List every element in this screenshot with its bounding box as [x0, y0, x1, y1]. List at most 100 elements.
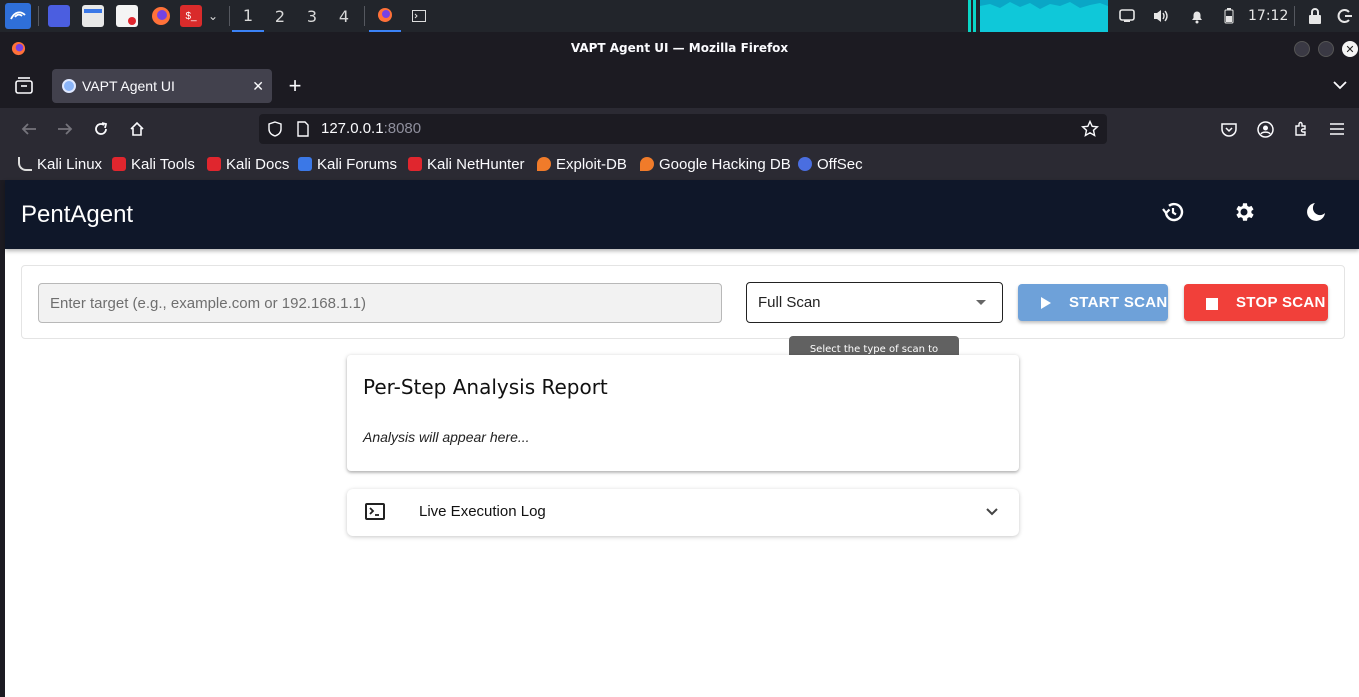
new-tab-button[interactable]: +: [285, 72, 305, 100]
firefox-window-button[interactable]: [369, 0, 401, 32]
tab-close-icon[interactable]: ✕: [252, 69, 264, 103]
taskbar-separator: [38, 6, 39, 26]
scan-type-select[interactable]: Full Scan: [746, 282, 1003, 323]
notifications-icon[interactable]: [1186, 5, 1208, 27]
bookmark-label: Kali Linux: [37, 156, 103, 173]
expand-chevron-icon[interactable]: [985, 503, 999, 526]
window-titlebar: VAPT Agent UI — Mozilla Firefox ✕: [0, 32, 1359, 64]
stop-icon: [1206, 297, 1218, 314]
forward-icon[interactable]: [52, 116, 78, 142]
history-button[interactable]: [1159, 200, 1187, 228]
kali-menu-icon[interactable]: [5, 3, 31, 29]
bookmark-label: Kali Forums: [317, 156, 398, 173]
app-header: PentAgent: [5, 180, 1359, 249]
chevron-down-icon[interactable]: ⌄: [204, 5, 222, 27]
lock-screen-icon[interactable]: [1304, 5, 1326, 27]
workspace-3[interactable]: 3: [296, 0, 328, 32]
bookmark-google-hacking-db[interactable]: Google Hacking DB: [640, 150, 791, 180]
gear-icon: [1232, 200, 1256, 229]
account-icon[interactable]: [1252, 116, 1278, 142]
report-title: Per-Step Analysis Report: [363, 375, 608, 399]
terminal-window-button[interactable]: [403, 0, 435, 32]
kali-nethunter-icon: [408, 157, 422, 171]
close-window-button[interactable]: ✕: [1342, 41, 1358, 57]
bookmark-offsec[interactable]: OffSec: [798, 150, 863, 180]
tracking-protection-icon[interactable]: [268, 121, 282, 142]
logout-icon[interactable]: [1334, 5, 1356, 27]
workspace-4[interactable]: 4: [328, 0, 360, 32]
minimize-button[interactable]: [1294, 41, 1310, 57]
bookmarks-toolbar: Kali Linux Kali Tools Kali Docs Kali For…: [0, 150, 1359, 180]
live-execution-log-accordion[interactable]: Live Execution Log: [347, 489, 1019, 536]
kali-docs-icon: [207, 157, 221, 171]
cpu-bar: [968, 0, 971, 32]
battery-icon[interactable]: [1218, 5, 1240, 27]
analysis-report-card: Per-Step Analysis Report Analysis will a…: [347, 355, 1019, 471]
scan-type-value: Full Scan: [758, 294, 821, 311]
window-frame: [0, 180, 5, 697]
report-placeholder-text: Analysis will appear here...: [363, 429, 530, 445]
taskbar-separator: [229, 6, 230, 26]
bookmark-exploit-db[interactable]: Exploit-DB: [537, 150, 627, 180]
tab-overview-icon[interactable]: [14, 76, 34, 99]
reload-icon[interactable]: [88, 116, 114, 142]
stop-scan-button[interactable]: STOP SCAN: [1184, 284, 1328, 321]
bookmark-kali-linux[interactable]: Kali Linux: [18, 150, 102, 180]
app-title: PentAgent: [21, 201, 134, 228]
kali-tools-icon: [112, 157, 126, 171]
taskbar-separator: [364, 6, 365, 26]
play-icon: [1040, 296, 1052, 314]
network-icon[interactable]: [1116, 5, 1138, 27]
page-info-icon[interactable]: [297, 121, 309, 142]
bookmark-kali-forums[interactable]: Kali Forums: [298, 150, 397, 180]
start-scan-button[interactable]: START SCAN: [1018, 284, 1168, 321]
clock[interactable]: 17:12: [1248, 0, 1288, 32]
extensions-icon[interactable]: [1288, 116, 1314, 142]
cpu-graph: [980, 0, 1108, 32]
back-icon[interactable]: [16, 116, 42, 142]
home-icon[interactable]: [124, 116, 150, 142]
url-bar[interactable]: 127.0.0.1:8080: [259, 114, 1107, 144]
taskbar-separator: [1294, 6, 1295, 26]
firefox-launcher-icon[interactable]: [150, 5, 172, 27]
bookmark-kali-tools[interactable]: Kali Tools: [112, 150, 195, 180]
bookmark-label: Exploit-DB: [556, 156, 627, 173]
stop-scan-label: STOP SCAN: [1236, 294, 1326, 311]
show-desktop-icon[interactable]: [48, 5, 70, 27]
bookmark-label: Kali Tools: [131, 156, 195, 173]
moon-icon: [1305, 201, 1327, 228]
scan-controls-panel: Full Scan START SCAN STOP SCAN: [21, 265, 1345, 339]
theme-toggle-button[interactable]: [1302, 200, 1330, 228]
kali-forums-icon: [298, 157, 312, 171]
url-port: :8080: [383, 120, 422, 137]
bookmark-label: Kali NetHunter: [427, 156, 525, 173]
navigation-bar: 127.0.0.1:8080: [0, 108, 1359, 150]
maximize-button[interactable]: [1318, 41, 1334, 57]
url-text[interactable]: 127.0.0.1:8080: [321, 114, 421, 144]
file-manager-icon[interactable]: [82, 5, 104, 27]
tab-favicon-icon: [62, 79, 76, 93]
bookmark-kali-nethunter[interactable]: Kali NetHunter: [408, 150, 525, 180]
terminal-icon: [365, 503, 385, 520]
close-icon: ✕: [1345, 43, 1355, 56]
cpu-bar: [973, 0, 976, 32]
tab-title: VAPT Agent UI: [82, 78, 175, 94]
bookmark-kali-docs[interactable]: Kali Docs: [207, 150, 289, 180]
tab-vapt-agent[interactable]: VAPT Agent UI ✕: [52, 69, 272, 103]
history-icon: [1161, 200, 1185, 229]
workspace-2[interactable]: 2: [264, 0, 296, 32]
settings-button[interactable]: [1230, 200, 1258, 228]
target-input[interactable]: [38, 283, 722, 323]
start-scan-label: START SCAN: [1069, 294, 1168, 311]
volume-icon[interactable]: [1150, 5, 1172, 27]
text-editor-icon[interactable]: [116, 5, 138, 27]
app-menu-icon[interactable]: [1324, 116, 1350, 142]
bookmark-label: OffSec: [817, 156, 863, 173]
workspace-1[interactable]: 1: [232, 0, 264, 32]
pocket-icon[interactable]: [1216, 116, 1242, 142]
bookmark-label: Google Hacking DB: [659, 156, 791, 173]
bookmark-star-icon[interactable]: [1080, 119, 1100, 143]
dropdown-arrow-icon: [976, 300, 986, 305]
terminal-launcher-icon[interactable]: $_: [180, 5, 202, 27]
list-all-tabs-icon[interactable]: [1332, 78, 1348, 96]
